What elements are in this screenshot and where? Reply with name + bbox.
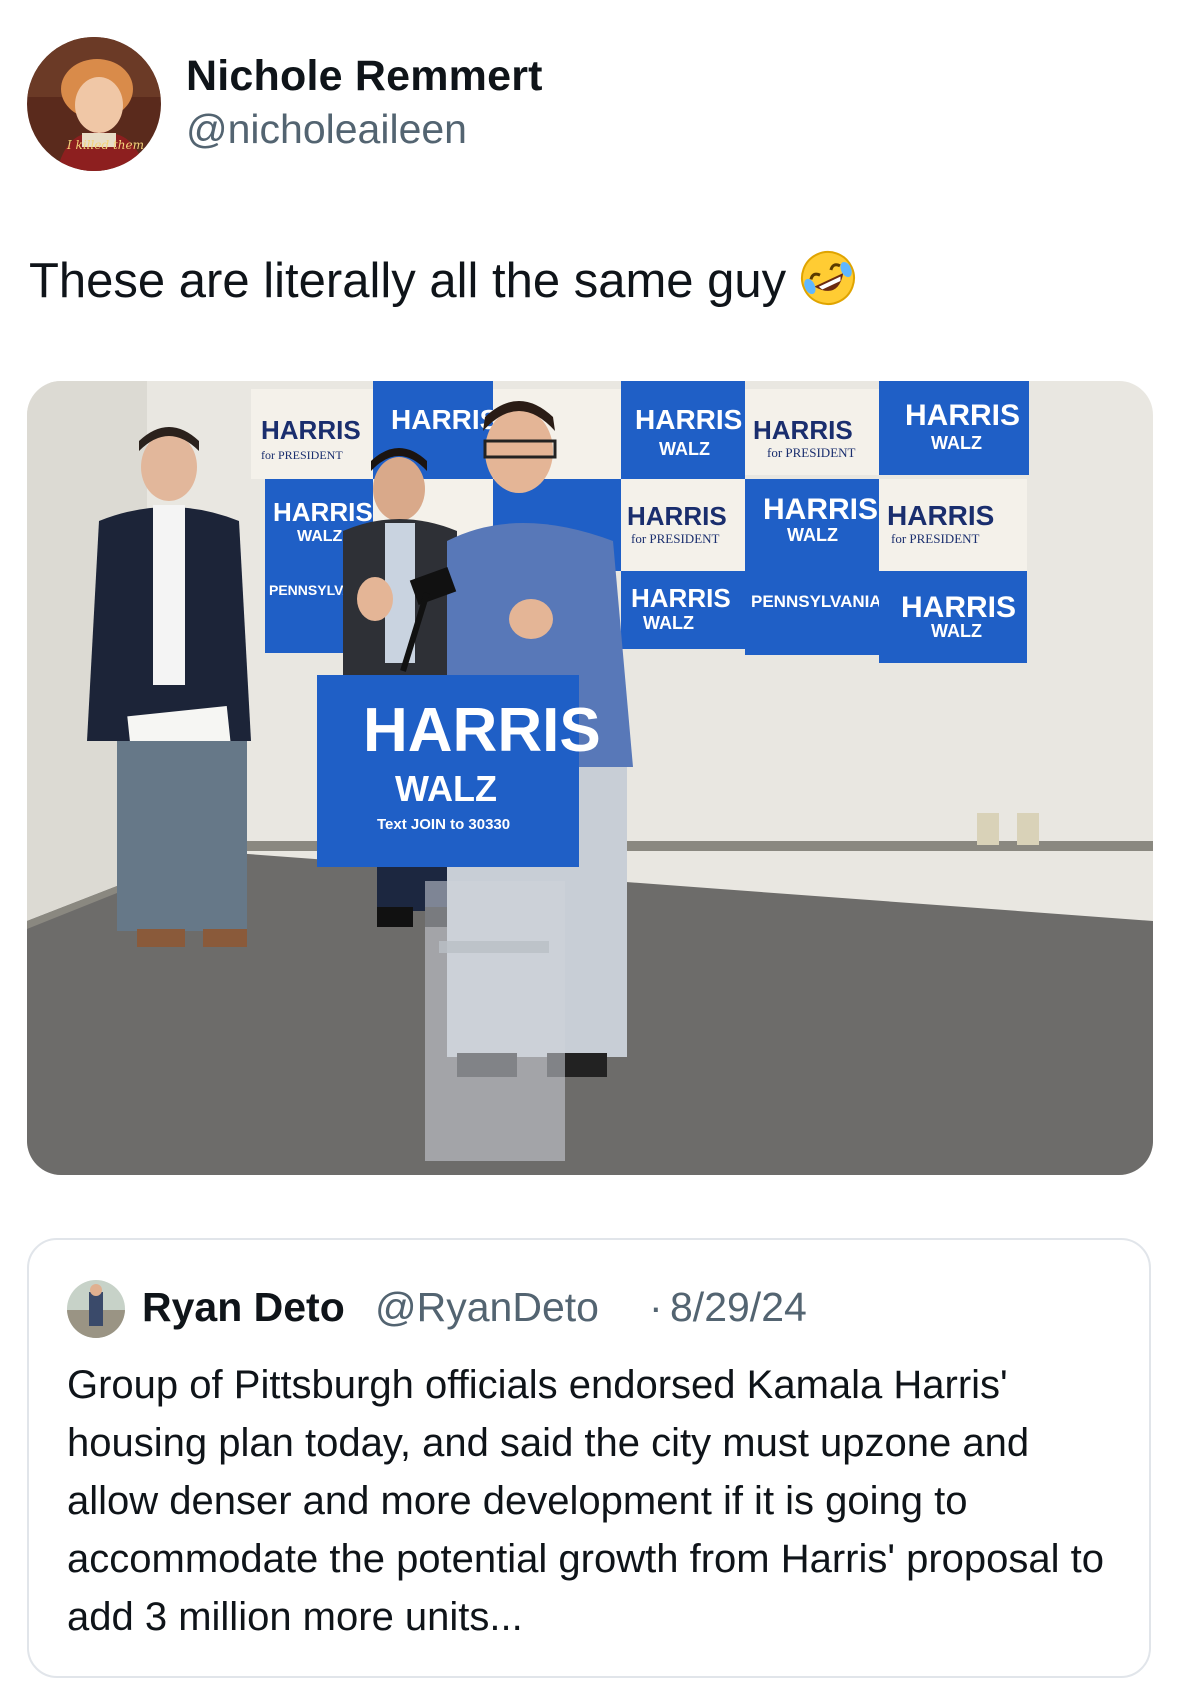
quoted-author-handle[interactable]: @RyanDeto bbox=[375, 1284, 599, 1331]
podium-sign-line2: WALZ bbox=[395, 768, 497, 809]
svg-text:HARRIS: HARRIS bbox=[901, 591, 1016, 624]
author-name[interactable]: Nichole Remmert bbox=[186, 52, 543, 101]
svg-text:HARRIS: HARRIS bbox=[631, 583, 731, 613]
svg-text:PENNSYLVANIA: PENNSYLVANIA bbox=[751, 592, 882, 611]
svg-text:HARRIS: HARRIS bbox=[763, 493, 878, 526]
quoted-tweet[interactable]: Ryan Deto @RyanDeto · 8/29/24 Group of P… bbox=[27, 1238, 1151, 1678]
author-avatar[interactable]: I killed them all. bbox=[27, 37, 161, 171]
quoted-tweet-text: Group of Pittsburgh officials endorsed K… bbox=[67, 1363, 1105, 1639]
svg-text:WALZ: WALZ bbox=[931, 621, 982, 641]
sign-harris-title: HARRIS bbox=[261, 415, 361, 445]
svg-text:HARRIS: HARRIS bbox=[273, 497, 373, 527]
podium-sign: HARRIS WALZ Text JOIN to 30330 bbox=[317, 675, 601, 867]
svg-text:HARRIS: HARRIS bbox=[627, 501, 727, 531]
podium-sign-line1: HARRIS bbox=[363, 696, 601, 765]
svg-text:WALZ: WALZ bbox=[659, 439, 710, 459]
svg-text:HARRIS: HARRIS bbox=[635, 404, 742, 435]
svg-text:WALZ: WALZ bbox=[297, 528, 343, 545]
quoted-separator: · bbox=[649, 1284, 663, 1330]
svg-text:HARRIS: HARRIS bbox=[391, 404, 498, 435]
quoted-author-avatar[interactable] bbox=[67, 1280, 125, 1338]
svg-text:WALZ: WALZ bbox=[643, 613, 694, 633]
svg-text:WALZ: WALZ bbox=[787, 525, 838, 545]
svg-text:HARRIS: HARRIS bbox=[753, 415, 853, 445]
svg-text:for PRESIDENT: for PRESIDENT bbox=[767, 445, 856, 460]
quoted-date[interactable]: 8/29/24 bbox=[670, 1284, 807, 1331]
svg-text:for PRESIDENT: for PRESIDENT bbox=[631, 531, 720, 546]
rolling-on-floor-laughing-icon bbox=[798, 248, 858, 320]
tweet-text: These are literally all the same guy bbox=[29, 248, 858, 320]
quoted-author-name[interactable]: Ryan Deto bbox=[142, 1284, 345, 1331]
podium-sign-line3: Text JOIN to 30330 bbox=[377, 816, 510, 833]
svg-text:HARRIS: HARRIS bbox=[887, 500, 994, 531]
svg-text:for PRESIDENT: for PRESIDENT bbox=[891, 531, 980, 546]
avatar-caption: I killed them all. bbox=[66, 138, 161, 152]
tweet-body: These are literally all the same guy bbox=[29, 253, 787, 308]
svg-text:WALZ: WALZ bbox=[931, 433, 982, 453]
svg-text:HARRIS: HARRIS bbox=[905, 399, 1020, 432]
tweet-photo[interactable]: HARRIS for PRESIDENT HARRIS HARRIS WALZ … bbox=[27, 381, 1153, 1175]
sign-harris-sub: for PRESIDENT bbox=[261, 448, 343, 462]
author-handle[interactable]: @nicholeaileen bbox=[186, 106, 467, 153]
